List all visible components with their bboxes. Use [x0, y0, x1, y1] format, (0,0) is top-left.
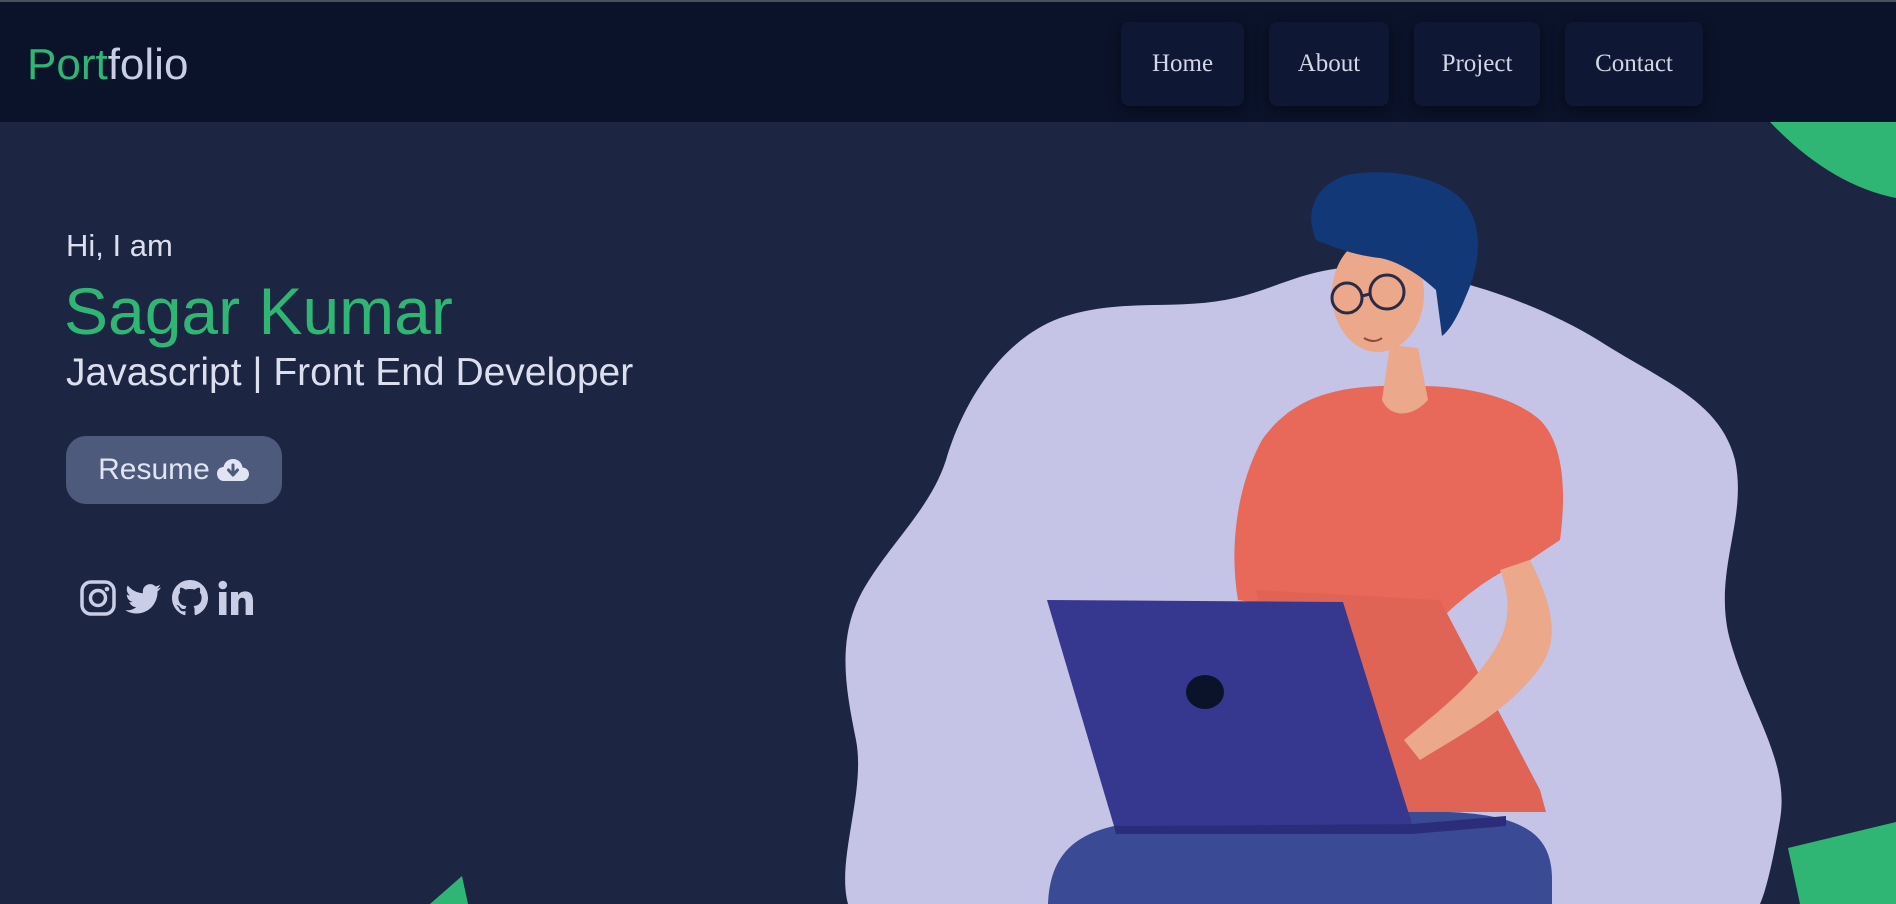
nav-menu: Home About Project Contact [1121, 22, 1728, 106]
laptop-screen [1047, 600, 1412, 826]
page: Portfolio Home About Project Contact Hi,… [0, 0, 1896, 904]
figure-glasses-bridge [1361, 292, 1371, 298]
linkedin-icon[interactable] [216, 578, 256, 618]
hero-name: Sagar Kumar [64, 274, 453, 348]
figure-smile [1363, 337, 1383, 342]
figure-face [1332, 236, 1424, 352]
hero-role: Javascript | Front End Developer [66, 351, 634, 394]
navbar: Portfolio Home About Project Contact [0, 0, 1896, 122]
figure-neck [1382, 345, 1428, 414]
corner-shape-bottom-left [430, 876, 468, 904]
background-blob-shape [845, 267, 1782, 904]
laptop-logo [1186, 675, 1224, 709]
hero-greeting: Hi, I am [66, 228, 173, 263]
figure-shirt-lower [1256, 590, 1546, 812]
nav-link-contact[interactable]: Contact [1565, 22, 1703, 106]
resume-button[interactable]: Resume [66, 436, 282, 504]
cloud-download-icon [216, 459, 249, 481]
figure-glasses-left [1330, 281, 1364, 315]
figure-hair [1311, 172, 1478, 336]
resume-button-label: Resume [98, 453, 210, 486]
logo-secondary-text: folio [107, 40, 189, 89]
corner-shape-bottom-right [1788, 822, 1896, 904]
figure-legs [1048, 811, 1552, 904]
nav-link-project[interactable]: Project [1414, 22, 1540, 106]
social-links [78, 578, 262, 618]
instagram-icon[interactable] [78, 578, 118, 618]
twitter-icon[interactable] [124, 578, 164, 618]
nav-link-about[interactable]: About [1269, 22, 1389, 106]
github-icon[interactable] [170, 578, 210, 618]
hero-illustration [430, 122, 1896, 904]
logo-primary-text: Port [27, 40, 108, 89]
corner-shape-top-right [1770, 122, 1896, 198]
nav-link-home[interactable]: Home [1121, 22, 1244, 106]
figure-arm [1404, 560, 1552, 760]
figure-shirt [1234, 386, 1564, 630]
laptop-base [1114, 816, 1506, 834]
figure-glasses-right [1368, 273, 1406, 311]
logo[interactable]: Portfolio [27, 40, 188, 90]
